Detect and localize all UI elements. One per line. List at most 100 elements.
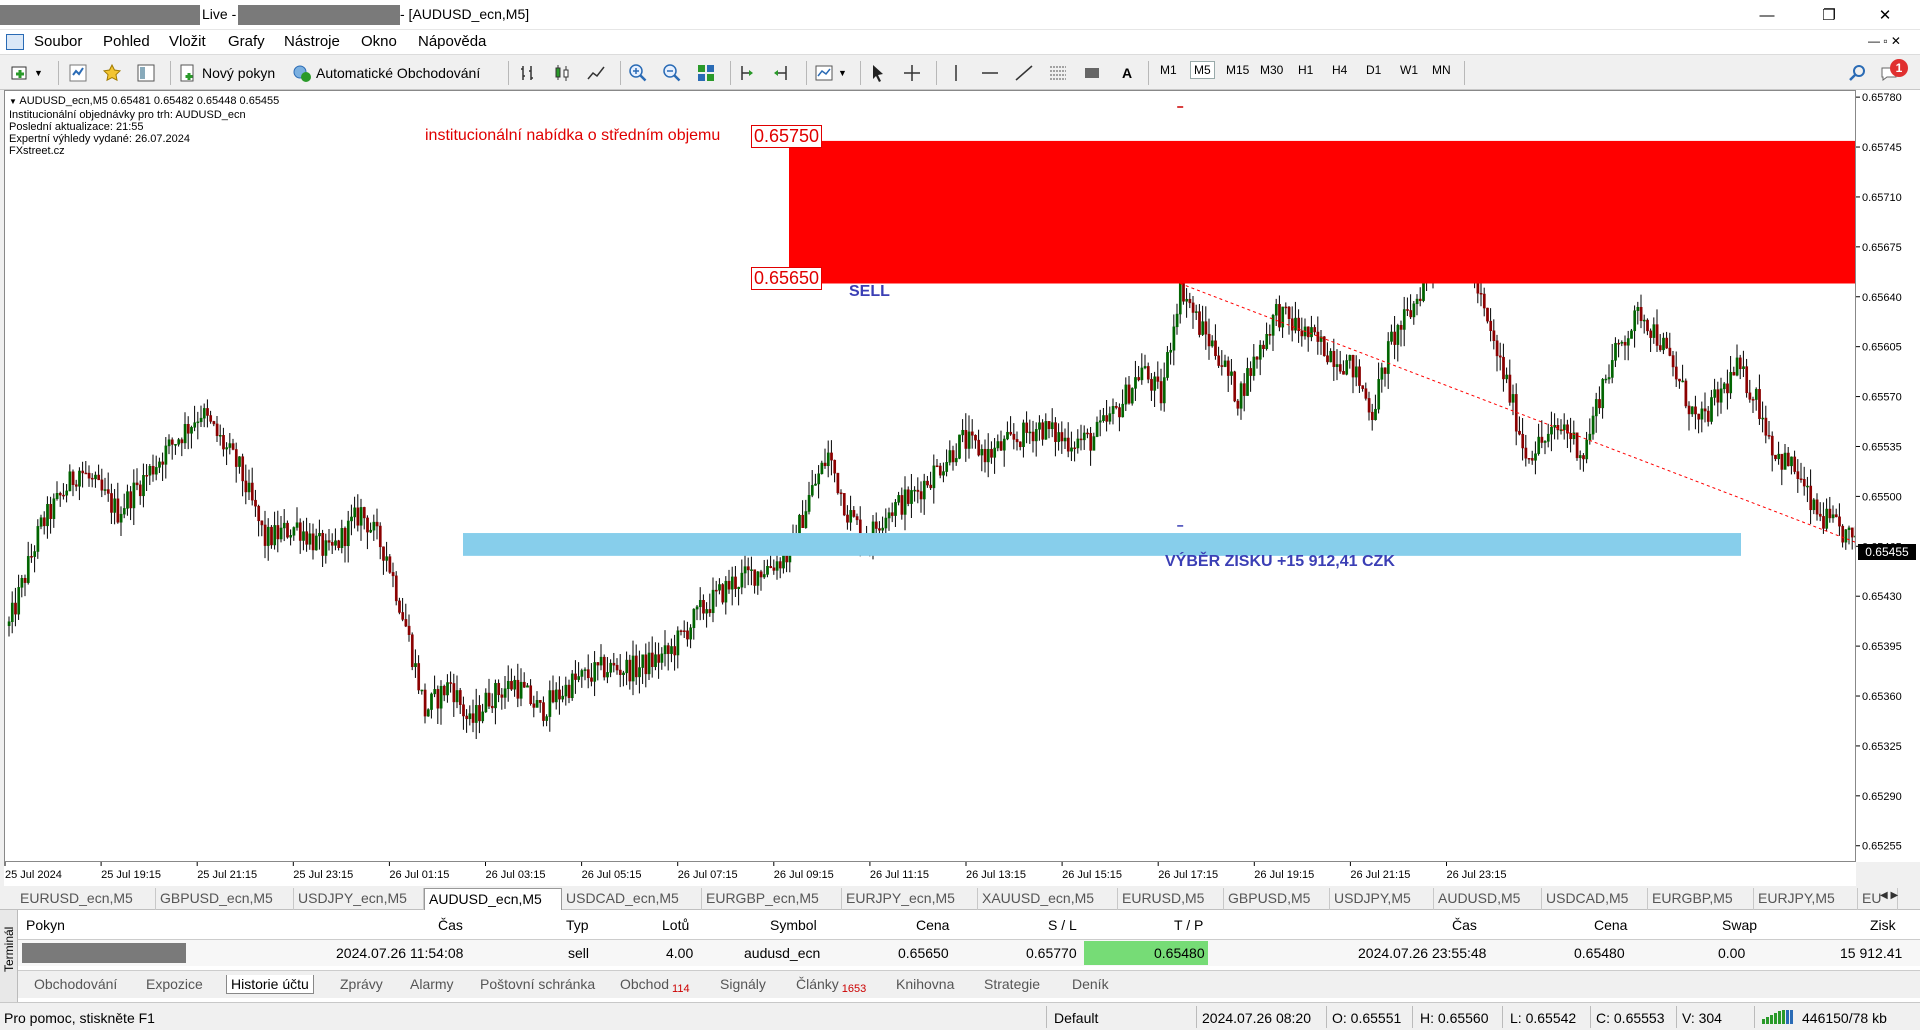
price-axis[interactable]: 0.65780 0.65745 0.65710 0.65675 0.65640 0.656… — [1856, 90, 1920, 862]
menu-nastroje[interactable]: Nástroje — [284, 33, 340, 50]
auto-scroll-icon[interactable] — [738, 63, 758, 83]
auto-trading-button[interactable]: Automatické Obchodování — [292, 60, 480, 86]
bar-chart-icon[interactable] — [518, 63, 538, 83]
col-type[interactable]: Typ — [566, 917, 589, 933]
terminal-tab[interactable]: Strategie — [980, 975, 1044, 993]
rectangle-icon[interactable] — [1082, 63, 1102, 83]
col-order[interactable]: Pokyn — [26, 917, 65, 933]
crosshair-icon[interactable] — [902, 63, 922, 83]
symbol-tab[interactable]: GBPUSD_ecn,M5 — [156, 888, 294, 910]
terminal-tab[interactable]: Expozice — [142, 975, 207, 993]
maximize-button[interactable]: ❐ — [1806, 0, 1852, 30]
terminal-tab[interactable]: Alarmy — [406, 975, 458, 993]
candle-body — [830, 452, 833, 461]
symbol-tab[interactable]: EURJPY,M5 — [1754, 888, 1858, 910]
timeframe-h4[interactable]: H4 — [1332, 63, 1347, 77]
vertical-line-icon[interactable] — [946, 63, 966, 83]
terminal-tab[interactable]: Deník — [1068, 975, 1113, 993]
col-lots[interactable]: Lotů — [662, 917, 689, 933]
menu-soubor[interactable]: Soubor — [34, 33, 82, 50]
timeframe-m15[interactable]: M15 — [1226, 63, 1249, 77]
candle-body — [577, 676, 581, 680]
line-chart-icon[interactable] — [586, 63, 606, 83]
symbol-tab[interactable]: USDJPY_ecn,M5 — [294, 888, 424, 910]
terminal-tab[interactable]: Články 1653 — [792, 975, 870, 995]
symbol-tab[interactable]: EURJPY_ecn,M5 — [842, 888, 978, 910]
terminal-tab[interactable]: Signály — [716, 975, 770, 993]
candlestick-icon[interactable] — [552, 63, 572, 83]
candle-body — [490, 705, 494, 709]
col-time-open[interactable]: Čas — [438, 917, 463, 933]
terminal-tab[interactable]: Historie účtu — [226, 975, 314, 994]
menu-pohled[interactable]: Pohled — [103, 33, 150, 50]
symbol-tab[interactable]: USDJPY,M5 — [1330, 888, 1434, 910]
candle-body — [894, 502, 897, 516]
tab-scroll-arrows-icon[interactable]: ◀ ▶ — [1880, 890, 1898, 901]
col-price-close[interactable]: Cena — [1594, 917, 1627, 933]
table-row[interactable]: 2024.07.26 11:54:08 sell 4.00 audusd_ecn… — [18, 940, 1920, 966]
chart-area[interactable]: ▼ AUDUSD_ecn,M5 0.65481 0.65482 0.65448 … — [4, 90, 1856, 862]
indicators-button[interactable]: ▼ — [814, 60, 847, 86]
timeframe-m1[interactable]: M1 — [1160, 63, 1177, 77]
symbol-tab[interactable]: AUDUSD_ecn,M5 — [424, 888, 562, 910]
status-profile[interactable]: Default — [1054, 1010, 1098, 1026]
close-button[interactable]: ✕ — [1862, 0, 1908, 30]
zoom-out-icon[interactable] — [662, 63, 682, 83]
symbol-tab[interactable]: AUDUSD,M5 — [1434, 888, 1542, 910]
new-chart-button[interactable]: ▼ — [10, 60, 43, 86]
timeframe-w1[interactable]: W1 — [1400, 63, 1418, 77]
tile-windows-icon[interactable] — [696, 63, 716, 83]
restore-child-icon[interactable]: — ▫ ✕ — [1868, 34, 1901, 48]
symbol-tab[interactable]: EURUSD_ecn,M5 — [16, 888, 156, 910]
col-sl[interactable]: S / L — [1048, 917, 1077, 933]
favorites-icon[interactable] — [102, 63, 122, 83]
symbol-tab[interactable]: XAUUSD_ecn,M5 — [978, 888, 1118, 910]
terminal-tab[interactable]: Knihovna — [892, 975, 958, 993]
symbol-tab[interactable]: EURUSD,M5 — [1118, 888, 1224, 910]
terminal-tab[interactable]: Poštovní schránka — [476, 975, 599, 993]
col-symbol[interactable]: Symbol — [770, 917, 817, 933]
candle-body — [142, 475, 145, 497]
candle-body — [1354, 366, 1358, 378]
terminal-tab[interactable]: Obchod 114 — [616, 975, 694, 995]
zoom-in-icon[interactable] — [628, 63, 648, 83]
menu-grafy[interactable]: Grafy — [228, 33, 265, 50]
col-profit[interactable]: Zisk — [1870, 917, 1896, 933]
symbol-tab[interactable]: USDCAD,M5 — [1542, 888, 1648, 910]
col-swap[interactable]: Swap — [1722, 917, 1757, 933]
col-time-close[interactable]: Čas — [1452, 917, 1477, 933]
terminal-side-label[interactable]: Terminál — [0, 910, 18, 1002]
cursor-icon[interactable] — [868, 63, 888, 83]
symbol-tab[interactable]: EURGBP,M5 — [1648, 888, 1754, 910]
navigator-icon[interactable] — [136, 63, 156, 83]
market-watch-icon[interactable] — [68, 63, 88, 83]
horizontal-line-icon[interactable] — [980, 63, 1000, 83]
terminal-tab[interactable]: Zprávy — [336, 975, 387, 993]
candle-body — [449, 682, 453, 684]
new-order-button[interactable]: Nový pokyn — [178, 60, 275, 86]
menu-napoveda[interactable]: Nápověda — [418, 33, 486, 50]
fibonacci-icon[interactable] — [1048, 63, 1068, 83]
chart-shift-icon[interactable] — [772, 63, 792, 83]
timeframe-m5[interactable]: M5 — [1190, 61, 1215, 79]
timeframe-h1[interactable]: H1 — [1298, 63, 1313, 77]
candle-body — [881, 527, 885, 531]
notifications-button[interactable]: 1 — [1880, 59, 1910, 85]
menu-okno[interactable]: Okno — [361, 33, 397, 50]
minimize-button[interactable]: — — [1744, 0, 1790, 30]
app-icon[interactable] — [6, 34, 24, 50]
text-tool[interactable]: A — [1122, 60, 1132, 86]
symbol-tab[interactable]: GBPUSD,M5 — [1224, 888, 1330, 910]
col-tp[interactable]: T / P — [1174, 917, 1203, 933]
timeframe-m30[interactable]: M30 — [1260, 63, 1283, 77]
trendline-icon[interactable] — [1014, 63, 1034, 83]
time-axis[interactable]: 25 Jul 2024 25 Jul 19:15 25 Jul 21:15 25 Ju… — [4, 862, 1856, 886]
symbol-tab[interactable]: EURGBP_ecn,M5 — [702, 888, 842, 910]
timeframe-mn[interactable]: MN — [1432, 63, 1451, 77]
symbol-tab[interactable]: USDCAD_ecn,M5 — [562, 888, 702, 910]
menu-vlozit[interactable]: Vložit — [169, 33, 206, 50]
terminal-tab[interactable]: Obchodování — [30, 975, 121, 993]
search-icon[interactable] — [1848, 63, 1868, 83]
col-price-open[interactable]: Cena — [916, 917, 949, 933]
timeframe-d1[interactable]: D1 — [1366, 63, 1381, 77]
